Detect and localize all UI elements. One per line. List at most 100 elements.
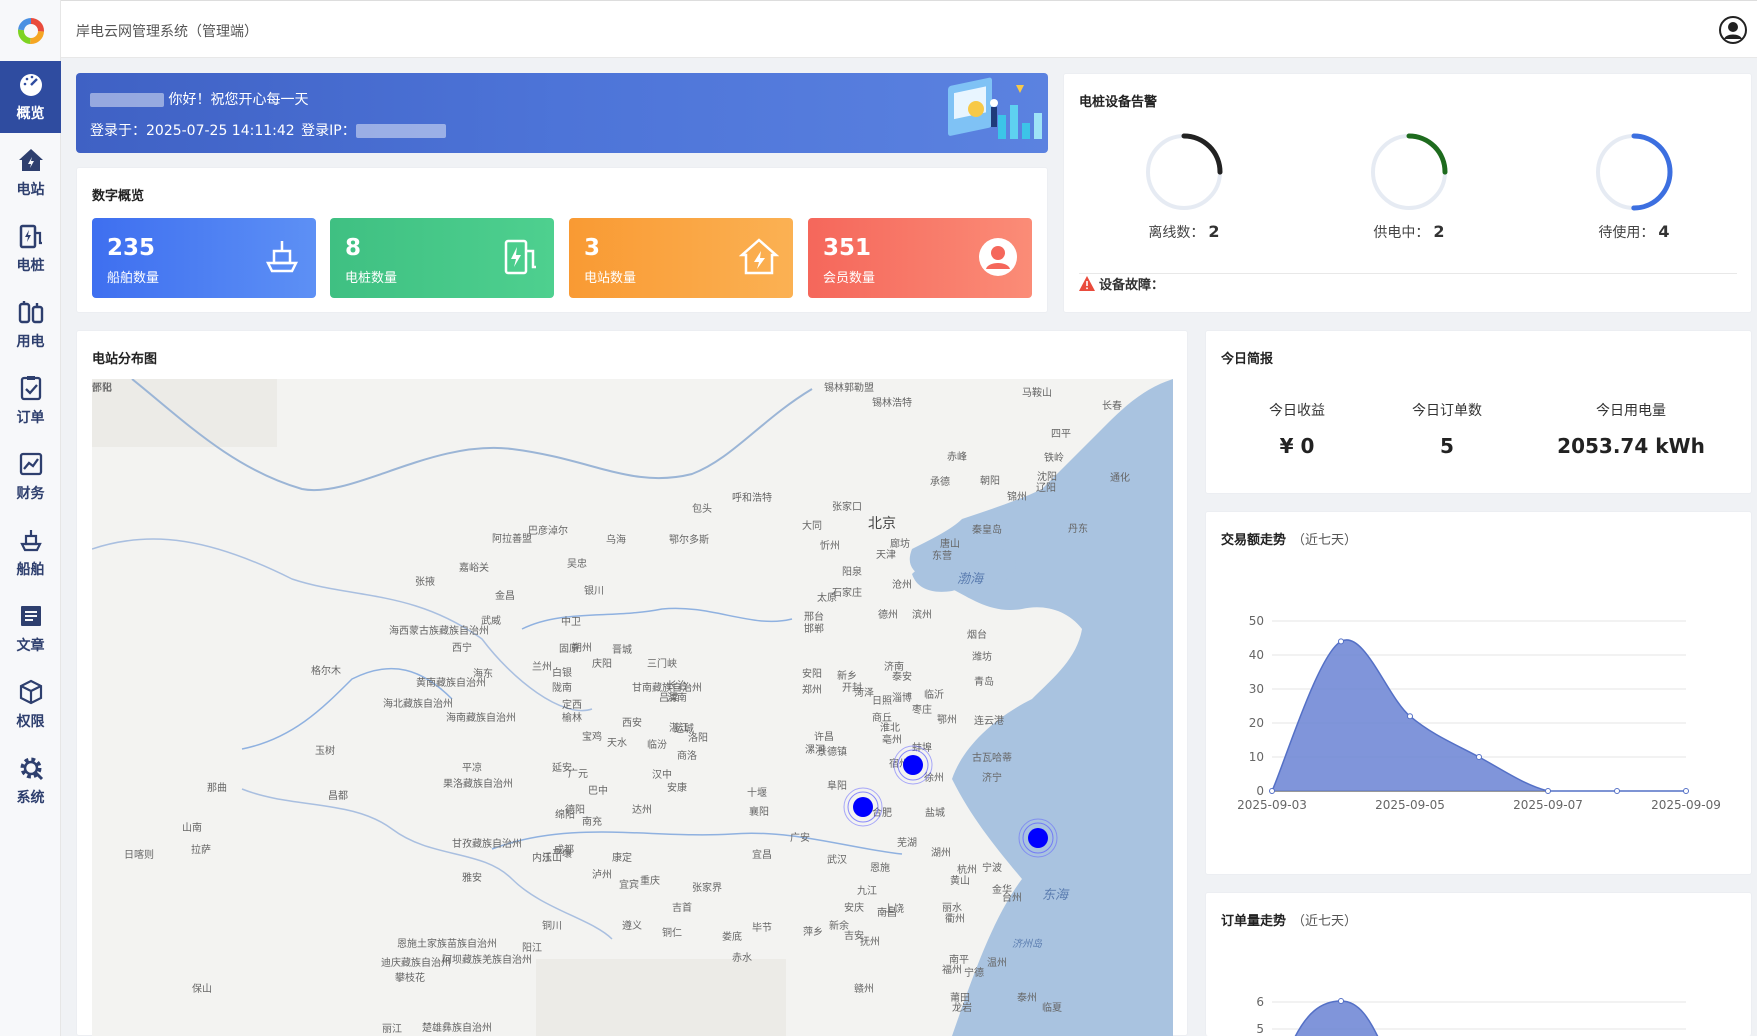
sidebar-item-label: 文章 — [16, 638, 45, 654]
city-label: 甘南藏族自治州 — [632, 683, 702, 694]
station-map[interactable]: 锡林郭勒盟 锡林浩特 呼和浩特 张家口 北京 天津 廊坊 唐山 秦皇岛 承德 赤峰 朝阳 锦州 沈阳 辽阳铁… — [92, 379, 1173, 1036]
sidebar: 概览电站 电桩 用电 订单 财务船舶文章权限 系统 — [0, 0, 61, 1036]
city-label: 临汾 — [647, 740, 667, 751]
sidebar-item-5[interactable]: 财务 — [0, 441, 61, 513]
data-point — [1476, 754, 1482, 760]
today-title: 今日简报 — [1221, 352, 1274, 367]
city-label: 果洛藏族自治州 — [443, 779, 513, 790]
trade-chart[interactable]: 0 10 20 30 40 50 2025-09-03 2025-09-05 2025-09-0… — [1206, 512, 1753, 876]
city-label: 广安 — [790, 833, 810, 844]
welcome-greeting: 你好！祝您开心每一天 — [90, 89, 308, 109]
sidebar-item-label: 船舶 — [16, 562, 45, 578]
city-label: 锡林郭勒盟 — [824, 383, 874, 394]
sidebar-item-3[interactable]: 用电 — [0, 289, 61, 361]
city-label: 抚州 — [860, 937, 880, 948]
city-label: 拉萨 — [191, 845, 211, 856]
gauge-label: 供电中： — [1373, 225, 1430, 241]
sidebar-item-9[interactable]: 系统 — [0, 745, 61, 817]
capital-label: 北京 — [868, 516, 896, 532]
city-label: 银川 — [584, 586, 604, 597]
city-label: 安康 — [667, 783, 687, 794]
city-label: 朔州 — [572, 643, 592, 654]
data-point — [1407, 713, 1413, 720]
city-label: 青岛 — [974, 677, 994, 688]
gauge-label: 离线数： — [1148, 225, 1205, 241]
station-marker[interactable] — [843, 787, 883, 827]
user-avatar-icon[interactable] — [1719, 16, 1747, 44]
city-label: 九江 — [857, 886, 877, 897]
city-label: 日喀则 — [124, 850, 154, 861]
y-tick-label: 5 — [1256, 1022, 1264, 1036]
city-label: 楚雄彝族自治州 — [422, 1023, 492, 1034]
sidebar-item-0[interactable]: 概览 — [0, 61, 61, 133]
city-label: 滨州 — [912, 610, 932, 621]
city-label: 晋城 — [612, 645, 632, 656]
stat-tile-0[interactable]: 235 船舶数量 — [92, 218, 316, 298]
city-label: 郑州 — [802, 685, 822, 696]
stat-tile-1[interactable]: 8 电桩数量 — [330, 218, 554, 298]
city-label: 中卫 — [561, 617, 581, 628]
today-metric-value: 2053.74 kWh — [1557, 434, 1705, 458]
city-label: 德州 — [878, 610, 898, 621]
city-label: 日照 — [872, 696, 892, 707]
station-marker[interactable] — [893, 745, 933, 785]
stat-tile-3[interactable]: 351 会员数量 — [808, 218, 1032, 298]
user-icon — [979, 238, 1017, 276]
sidebar-item-8[interactable]: 权限 — [0, 669, 61, 741]
city-label: 锡林浩特 — [872, 398, 912, 409]
gauge-value: 2 — [1433, 222, 1445, 241]
gauge-0: 离线数： 2 — [1139, 130, 1229, 242]
city-label: 铜川 — [542, 921, 562, 932]
city-label: 宁德 — [964, 968, 984, 979]
station-marker[interactable] — [1018, 818, 1058, 858]
city-label: 那曲 — [207, 783, 227, 794]
top-bar: 岸电云网管理系统（管理端） — [61, 0, 1757, 58]
sidebar-item-6[interactable]: 船舶 — [0, 517, 61, 589]
city-label: 泰州 — [1017, 993, 1037, 1004]
city-label: 湛江 — [669, 723, 689, 734]
city-label: 海西蒙古族藏族自治州 — [389, 626, 489, 637]
city-label: 大同 — [802, 521, 822, 532]
y-tick-label: 50 — [1249, 614, 1264, 628]
map-base — [92, 379, 1173, 1036]
city-label: 盐城 — [925, 808, 945, 819]
sidebar-item-1[interactable]: 电站 — [0, 137, 61, 209]
dashboard-icon — [19, 74, 42, 96]
city-label: 巴彦淖尔 — [528, 526, 568, 537]
stat-value: 8 — [345, 235, 362, 261]
city-label: 赤峰 — [947, 452, 967, 463]
x-tick-label: 2025-09-09 — [1651, 798, 1721, 812]
city-label: 宝鸡 — [582, 732, 602, 743]
home-station-icon — [739, 238, 779, 275]
city-label: 乌海 — [606, 535, 626, 546]
city-label: 陇南 — [552, 683, 572, 694]
app-logo[interactable] — [0, 0, 61, 61]
trade-chart-card: 交易额走势 （近七天） 0 10 20 30 40 50 2025-09-03 2025-09-… — [1205, 511, 1752, 875]
city-label: 邯郸 — [804, 624, 824, 635]
power-usage-icon — [18, 301, 43, 324]
area-fill — [1272, 639, 1686, 791]
order-chart[interactable]: 65 — [1206, 893, 1753, 1036]
city-label: 铜仁 — [662, 928, 682, 939]
city-label: 沧州 — [892, 580, 912, 591]
gauge-ring — [1145, 133, 1223, 211]
x-tick-label: 2025-09-03 — [1237, 798, 1307, 812]
stat-value: 235 — [107, 235, 156, 261]
city-label: 巴中 — [588, 786, 608, 797]
today-metric-label: 今日收益 — [1269, 403, 1325, 419]
stat-tile-2[interactable]: 3 电站数量 — [569, 218, 793, 298]
today-metric-label: 今日用电量 — [1596, 403, 1666, 419]
gauge-1: 供电中： 2 — [1364, 130, 1454, 242]
gauge-ring — [1595, 133, 1673, 211]
city-label: 温州 — [987, 958, 1007, 969]
sidebar-item-2[interactable]: 电桩 — [0, 213, 61, 285]
sidebar-item-7[interactable]: 文章 — [0, 593, 61, 665]
order-chart-card: 订单量走势 （近七天） 65 — [1205, 892, 1752, 1036]
sidebar-item-label: 概览 — [16, 106, 45, 122]
city-label: 嘉峪关 — [459, 563, 489, 574]
data-point — [1338, 998, 1344, 1004]
sidebar-item-4[interactable]: 订单 — [0, 365, 61, 437]
city-label: 襄阳 — [749, 807, 769, 818]
city-label: 内江 — [532, 853, 552, 864]
city-label: 宜宾 — [619, 880, 639, 891]
